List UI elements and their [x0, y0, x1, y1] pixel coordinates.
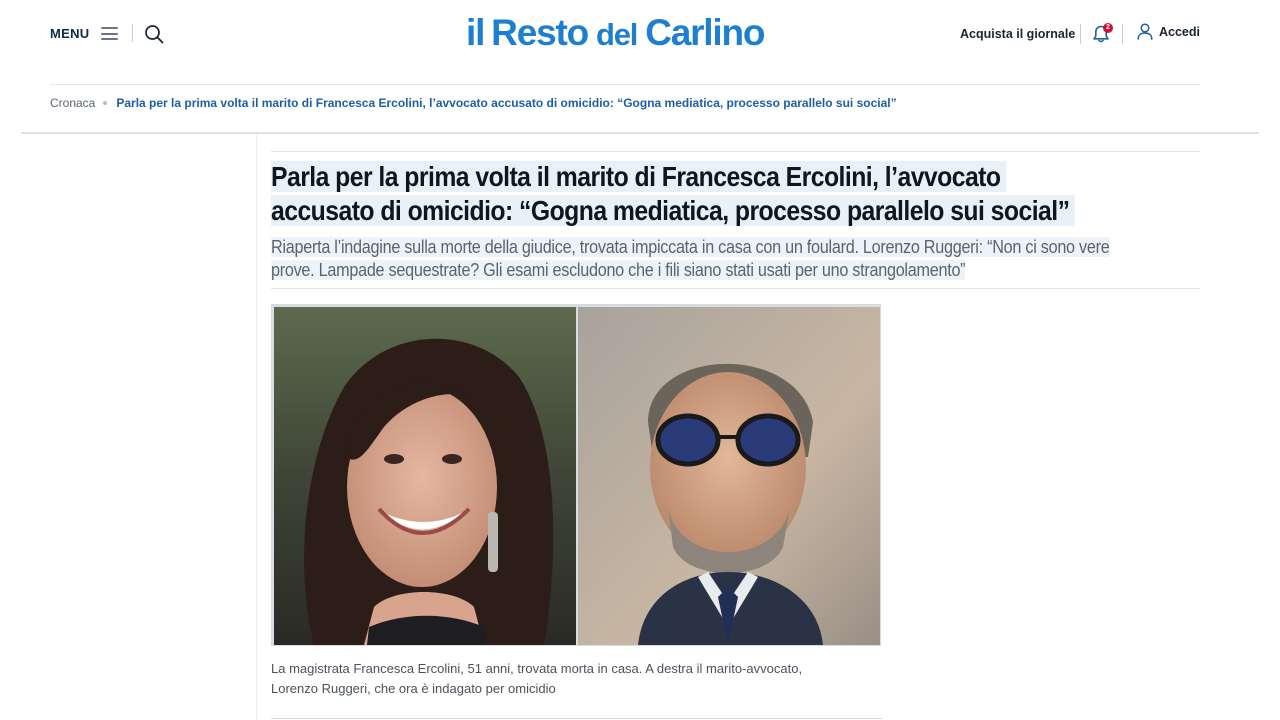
notification-badge: 2 — [1103, 23, 1113, 33]
login-link[interactable]: Accedi — [1159, 25, 1200, 39]
headline-text: Parla per la prima volta il marito di Fr… — [271, 161, 1075, 226]
breadcrumb-section-link[interactable]: Cronaca — [50, 96, 95, 110]
buy-newspaper-link[interactable]: Acquista il giornale — [960, 27, 1075, 41]
divider — [132, 24, 133, 42]
logo-resto: Resto — [491, 12, 589, 53]
user-icon[interactable] — [1137, 23, 1153, 40]
caption-divider — [271, 718, 882, 719]
breadcrumb: Cronaca Parla per la prima volta il mari… — [50, 96, 897, 110]
photo-caption: La magistrata Francesca Ercolini, 51 ann… — [271, 659, 871, 699]
menu-button[interactable]: MENU — [50, 26, 119, 41]
logo-del: del — [595, 17, 638, 52]
divider — [1080, 24, 1081, 44]
left-column-border — [256, 134, 257, 720]
caption-line-1: La magistrata Francesca Ercolini, 51 ann… — [271, 661, 803, 676]
article-photo[interactable] — [271, 304, 881, 646]
article-headline: Parla per la prima volta il marito di Fr… — [271, 160, 1108, 228]
menu-label: MENU — [50, 26, 90, 41]
logo-carlino: Carlino — [645, 12, 765, 53]
logo-il: il — [466, 12, 485, 53]
breadcrumb-current[interactable]: Parla per la prima volta il marito di Fr… — [116, 96, 896, 110]
hamburger-icon — [101, 27, 119, 40]
article-subtitle: Riaperta l’indagine sulla morte della gi… — [271, 236, 1153, 282]
divider — [1122, 24, 1123, 44]
site-header: MENU il Resto del Carlino Acquista il gi… — [0, 0, 1280, 84]
woman-portrait-image — [274, 307, 576, 645]
caption-line-2: Lorenzo Ruggeri, che ora è indagato per … — [271, 681, 556, 696]
breadcrumb-divider — [21, 132, 1259, 134]
man-portrait-image — [578, 307, 880, 645]
breadcrumb-separator — [103, 101, 108, 105]
site-logo[interactable]: il Resto del Carlino — [466, 12, 765, 56]
header-divider — [50, 84, 1200, 85]
subtitle-text: Riaperta l’indagine sulla morte della gi… — [271, 237, 1110, 280]
search-icon[interactable] — [144, 24, 164, 44]
article-top-divider — [271, 151, 1200, 152]
subtitle-divider — [271, 288, 1200, 289]
